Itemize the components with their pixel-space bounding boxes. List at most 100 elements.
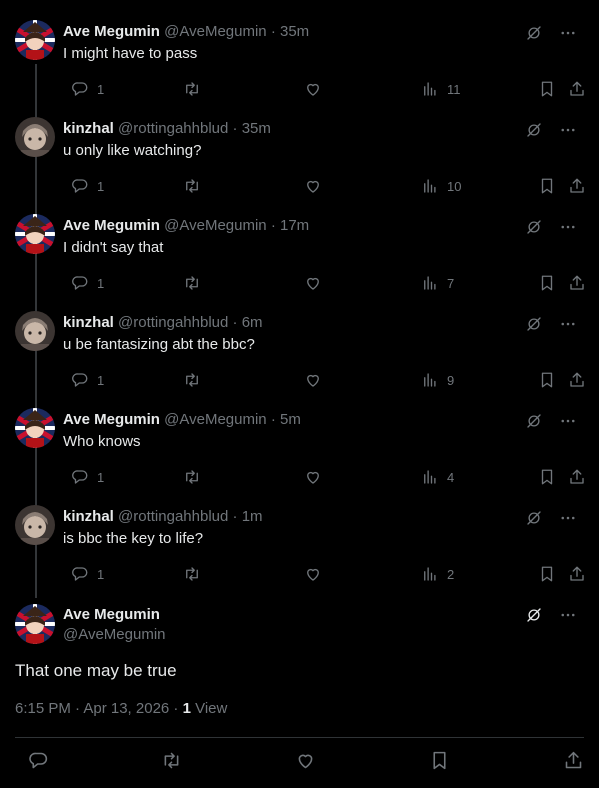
- views-count: 7: [447, 275, 455, 291]
- tweet-text: u be fantasizing abt the bbc?: [63, 336, 255, 353]
- author-handle[interactable]: @AveMegumin: [164, 411, 267, 428]
- reply-count: 1: [97, 81, 105, 97]
- share-action[interactable]: [555, 748, 585, 772]
- author-handle[interactable]: @rottingahhblud: [118, 120, 228, 137]
- timestamp[interactable]: 6:15 PM · Apr 13, 2026 ·: [15, 700, 183, 717]
- author-handle[interactable]: @rottingahhblud: [118, 508, 228, 525]
- tweet-top-icons: [523, 22, 579, 44]
- like-action[interactable]: [287, 748, 317, 772]
- grok-icon[interactable]: [523, 22, 545, 44]
- tweet-text: u only like watching?: [63, 142, 202, 159]
- tweet-header: kinzhal @rottingahhblud · 6m: [63, 314, 263, 332]
- more-icon[interactable]: [557, 22, 579, 44]
- timestamp[interactable]: 6m: [242, 314, 263, 331]
- tweet-header: kinzhal @rottingahhblud · 35m: [63, 120, 271, 138]
- reply-action[interactable]: 1: [63, 563, 104, 585]
- reply-tweet[interactable]: kinzhal @rottingahhblud · 6m u be fantasi…: [0, 291, 599, 388]
- timestamp[interactable]: 35m: [280, 23, 309, 40]
- timestamp[interactable]: 35m: [242, 120, 271, 137]
- more-icon[interactable]: [557, 313, 579, 335]
- share-icon: [561, 748, 585, 772]
- like-icon: [302, 563, 324, 585]
- tweet-top-icons: [523, 507, 579, 529]
- grok-icon[interactable]: [523, 604, 545, 626]
- avatar[interactable]: [15, 214, 55, 254]
- reply-icon: [26, 748, 50, 772]
- author-name[interactable]: Ave Megumin: [63, 217, 160, 234]
- grok-icon[interactable]: [523, 216, 545, 238]
- more-icon[interactable]: [557, 604, 579, 626]
- tweet-header: Ave Megumin @AveMegumin · 35m: [63, 23, 309, 41]
- views-action[interactable]: 2: [413, 563, 454, 585]
- views-count: 4: [447, 469, 455, 485]
- author-name[interactable]: Ave Megumin: [63, 23, 160, 40]
- bookmark-action[interactable]: [421, 748, 451, 772]
- reply-tweet[interactable]: kinzhal @rottingahhblud · 35m u only like…: [0, 97, 599, 194]
- reply-tweet[interactable]: Ave Megumin @AveMegumin · 17m I didn't sa…: [0, 194, 599, 291]
- tweet-header: Ave Megumin @AveMegumin · 17m: [63, 217, 309, 235]
- separator-dot: ·: [232, 120, 238, 137]
- reply-count: 1: [97, 566, 105, 582]
- tweet-top-icons: [523, 410, 579, 432]
- grok-icon[interactable]: [523, 313, 545, 335]
- timestamp[interactable]: 5m: [280, 411, 301, 428]
- tweet-meta: 6:15 PM · Apr 13, 2026 · 1 View: [15, 700, 227, 717]
- more-icon[interactable]: [557, 507, 579, 529]
- tweet-text: is bbc the key to life?: [63, 530, 204, 547]
- reply-count: 1: [97, 275, 105, 291]
- retweet-icon: [159, 748, 183, 772]
- author-name[interactable]: kinzhal: [63, 508, 114, 525]
- retweet-icon: [181, 563, 203, 585]
- action-bar: 14: [63, 466, 584, 485]
- tweet-header: kinzhal @rottingahhblud · 1m: [63, 508, 263, 526]
- author-name[interactable]: kinzhal: [63, 314, 114, 331]
- author-handle[interactable]: @AveMegumin: [63, 626, 166, 643]
- bookmark-action[interactable]: [530, 563, 558, 585]
- more-icon[interactable]: [557, 410, 579, 432]
- like-action[interactable]: [296, 563, 324, 585]
- share-action[interactable]: [560, 563, 588, 585]
- reply-tweet[interactable]: kinzhal @rottingahhblud · 1m is bbc the k…: [0, 485, 599, 582]
- tweet-top-icons: [523, 119, 579, 141]
- tweet-text: I might have to pass: [63, 45, 198, 62]
- separator-dot: ·: [232, 314, 238, 331]
- avatar[interactable]: [15, 604, 55, 644]
- view-label: View: [190, 700, 228, 717]
- view-count: 1: [182, 700, 191, 717]
- author-name[interactable]: Ave Megumin: [63, 411, 160, 428]
- views-count: 9: [447, 372, 455, 388]
- avatar[interactable]: [15, 117, 55, 157]
- avatar[interactable]: [15, 20, 55, 60]
- reply-icon: [69, 563, 91, 585]
- avatar[interactable]: [15, 408, 55, 448]
- more-icon[interactable]: [557, 216, 579, 238]
- timestamp[interactable]: 17m: [280, 217, 309, 234]
- avatar[interactable]: [15, 505, 55, 545]
- author-name[interactable]: kinzhal: [63, 120, 114, 137]
- reply-action[interactable]: [20, 748, 50, 772]
- author-handle[interactable]: @rottingahhblud: [118, 314, 228, 331]
- share-icon: [566, 563, 588, 585]
- action-bar: 17: [63, 272, 584, 291]
- author-handle[interactable]: @AveMegumin: [164, 23, 267, 40]
- grok-icon[interactable]: [523, 119, 545, 141]
- retweet-action[interactable]: [175, 563, 203, 585]
- reply-tweet[interactable]: Ave Megumin @AveMegumin · 35m I might hav…: [0, 0, 599, 97]
- author-handle[interactable]: @AveMegumin: [164, 217, 267, 234]
- avatar[interactable]: [15, 311, 55, 351]
- tweet-top-icons: [523, 216, 579, 238]
- bookmark-icon: [536, 563, 558, 585]
- retweet-action[interactable]: [153, 748, 183, 772]
- more-icon[interactable]: [557, 119, 579, 141]
- main-action-bar: [0, 748, 599, 774]
- author-name[interactable]: Ave Megumin: [63, 606, 160, 623]
- views-count: 10: [447, 178, 462, 194]
- reply-tweet[interactable]: Ave Megumin @AveMegumin · 5m Who knows 1 4: [0, 388, 599, 485]
- grok-icon[interactable]: [523, 410, 545, 432]
- tweet-text: That one may be true: [15, 661, 177, 680]
- views-count: 11: [447, 81, 461, 97]
- separator-dot: ·: [232, 508, 238, 525]
- timestamp[interactable]: 1m: [242, 508, 263, 525]
- separator-dot: ·: [270, 411, 276, 428]
- grok-icon[interactable]: [523, 507, 545, 529]
